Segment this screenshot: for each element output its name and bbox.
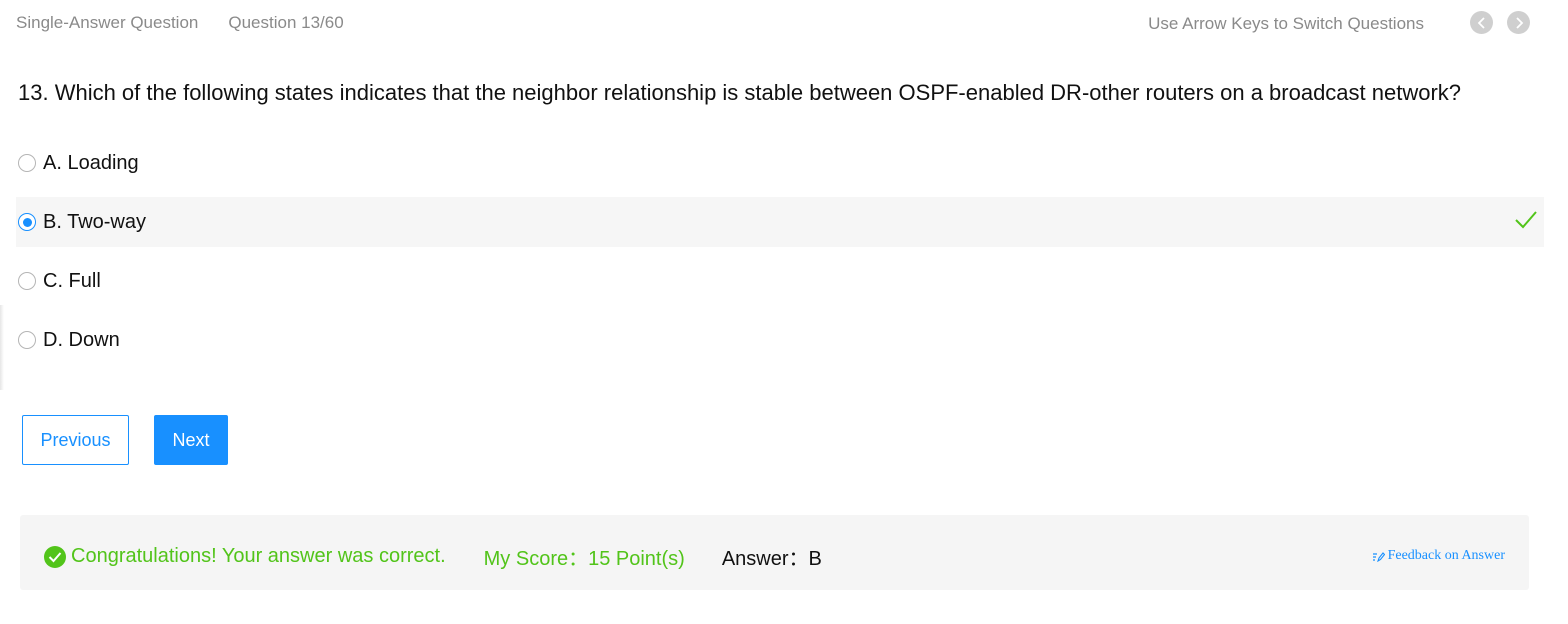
option-c[interactable]: C. Full [16,256,1544,306]
next-question-button[interactable] [1507,11,1530,34]
option-label: C. Full [43,269,101,292]
header-info: Single-Answer Question Question 13/60 [16,13,344,33]
result-summary: Congratulations! Your answer was correct… [44,542,822,571]
edge-shadow [0,305,4,390]
option-d[interactable]: D. Down [16,315,1544,365]
quiz-page: Single-Answer Question Question 13/60 Us… [0,0,1568,624]
question-type: Single-Answer Question [16,13,199,32]
correct-check-icon [1515,211,1537,229]
answer-options: A. Loading B. Two-way C. Full D. Down [16,138,1544,374]
previous-button[interactable]: Previous [22,415,129,465]
edit-icon [1372,551,1385,562]
score-text: My Score：15 Point(s) [483,548,685,570]
radio-button[interactable] [18,331,36,349]
radio-button[interactable] [18,154,36,172]
option-a[interactable]: A. Loading [16,138,1544,188]
next-button[interactable]: Next [154,415,228,465]
feedback-link[interactable]: Feedback on Answer [1372,548,1505,564]
option-label: B. Two-way [43,210,146,233]
question-counter: Question 13/60 [228,13,344,32]
question-text: 13. Which of the following states indica… [18,80,1462,105]
option-label: A. Loading [43,151,139,174]
option-b[interactable]: B. Two-way [16,197,1544,247]
option-label: D. Down [43,328,120,351]
success-check-icon [44,545,66,568]
radio-button-checked[interactable] [18,213,36,231]
result-panel: Congratulations! Your answer was correct… [20,515,1529,590]
header-navigation: Use Arrow Keys to Switch Questions [1148,11,1530,34]
feedback-label: Feedback on Answer [1387,548,1505,563]
radio-button[interactable] [18,272,36,290]
success-message: Congratulations! Your answer was correct… [71,545,446,567]
chevron-left-icon [1477,16,1485,29]
correct-answer: Answer：B [721,548,822,570]
prev-question-button[interactable] [1470,11,1493,34]
keyboard-hint: Use Arrow Keys to Switch Questions [1148,14,1424,33]
chevron-right-icon [1515,16,1523,29]
